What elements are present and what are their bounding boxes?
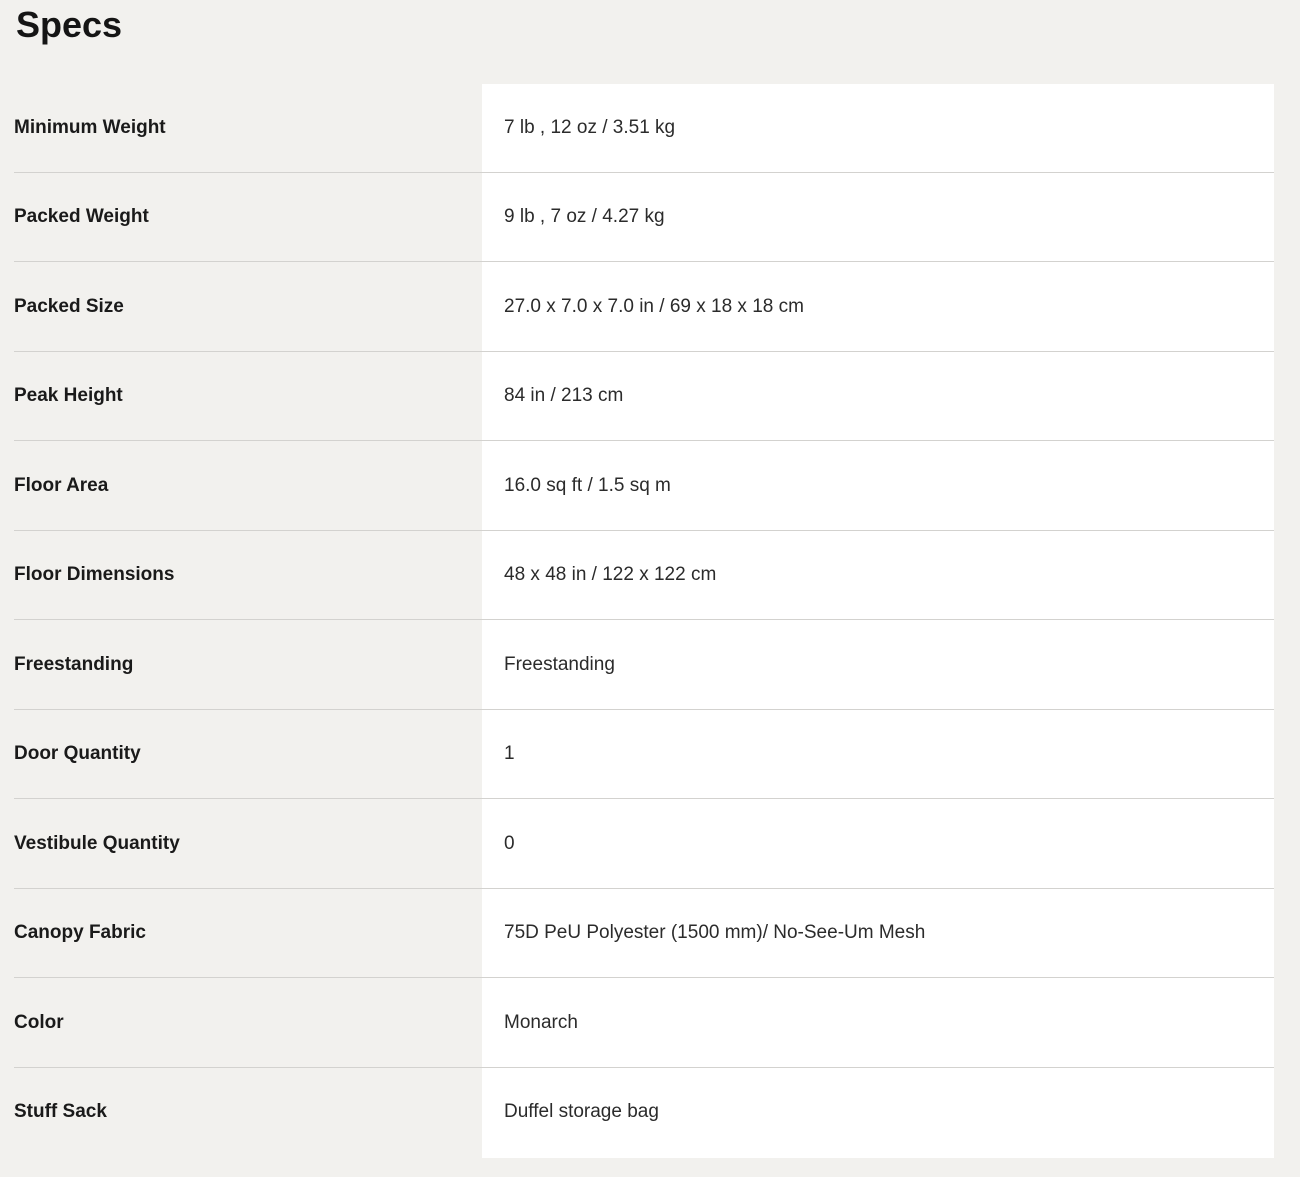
- spec-row-freestanding: Freestanding Freestanding: [14, 621, 1274, 710]
- spec-value: Duffel storage bag: [504, 1101, 659, 1122]
- spec-value: 0: [504, 833, 515, 854]
- spec-value: 48 x 48 in / 122 x 122 cm: [504, 564, 717, 585]
- spec-value: Monarch: [504, 1012, 578, 1033]
- spec-label: Floor Area: [14, 475, 109, 496]
- spec-label: Color: [14, 1012, 64, 1033]
- spec-label: Packed Weight: [14, 206, 149, 227]
- spec-value: 75D PeU Polyester (1500 mm)/ No-See-Um M…: [504, 922, 926, 943]
- spec-label: Vestibule Quantity: [14, 833, 180, 854]
- spec-label: Packed Size: [14, 296, 124, 317]
- spec-row-door-quantity: Door Quantity 1: [14, 710, 1274, 799]
- spec-label: Floor Dimensions: [14, 564, 175, 585]
- spec-row-vestibule-quantity: Vestibule Quantity 0: [14, 800, 1274, 889]
- spec-row-stuff-sack: Stuff Sack Duffel storage bag: [14, 1068, 1274, 1157]
- spec-row-color: Color Monarch: [14, 979, 1274, 1068]
- spec-row-floor-dimensions: Floor Dimensions 48 x 48 in / 122 x 122 …: [14, 531, 1274, 620]
- spec-row-minimum-weight: Minimum Weight 7 lb , 12 oz / 3.51 kg: [14, 84, 1274, 173]
- spec-label: Door Quantity: [14, 743, 141, 764]
- spec-row-packed-weight: Packed Weight 9 lb , 7 oz / 4.27 kg: [14, 173, 1274, 262]
- spec-row-canopy-fabric: Canopy Fabric 75D PeU Polyester (1500 mm…: [14, 889, 1274, 978]
- spec-label: Canopy Fabric: [14, 922, 146, 943]
- spec-value: 27.0 x 7.0 x 7.0 in / 69 x 18 x 18 cm: [504, 296, 804, 317]
- spec-value: 84 in / 213 cm: [504, 385, 624, 406]
- spec-value: 16.0 sq ft / 1.5 sq m: [504, 475, 671, 496]
- spec-label: Minimum Weight: [14, 117, 166, 138]
- page-title: Specs: [16, 4, 123, 45]
- spec-value: Freestanding: [504, 654, 615, 675]
- spec-label: Stuff Sack: [14, 1101, 107, 1122]
- spec-label: Peak Height: [14, 385, 123, 406]
- specs-table: Minimum Weight 7 lb , 12 oz / 3.51 kg Pa…: [0, 84, 1274, 1158]
- spec-row-peak-height: Peak Height 84 in / 213 cm: [14, 352, 1274, 441]
- spec-value: 7 lb , 12 oz / 3.51 kg: [504, 117, 676, 138]
- spec-label: Freestanding: [14, 654, 134, 675]
- spec-row-floor-area: Floor Area 16.0 sq ft / 1.5 sq m: [14, 442, 1274, 531]
- spec-value: 9 lb , 7 oz / 4.27 kg: [504, 206, 665, 227]
- spec-value: 1: [504, 743, 515, 764]
- spec-row-packed-size: Packed Size 27.0 x 7.0 x 7.0 in / 69 x 1…: [14, 263, 1274, 352]
